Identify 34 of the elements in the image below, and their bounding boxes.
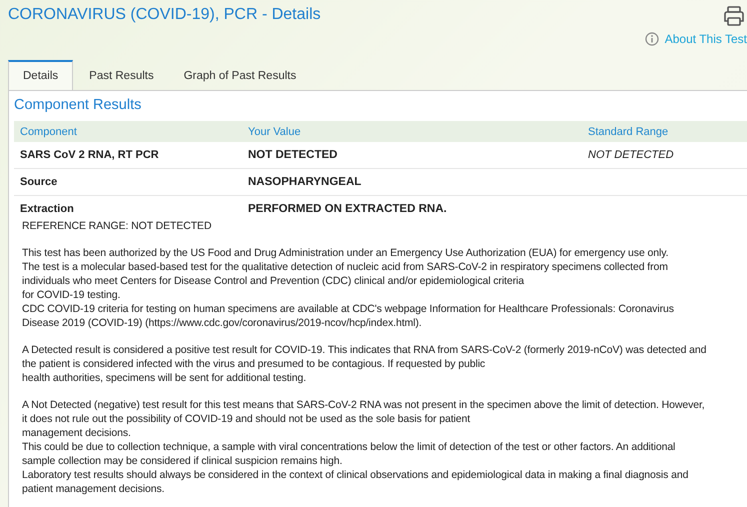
note-text: the patient is considered infected with the virus and presumed to be contagious. If requested by public <box>22 357 486 371</box>
reference-range: REFERENCE RANGE: NOT DETECTED <box>22 219 212 233</box>
note-text: A Detected result is considered a positive test result for COVID-19. This indicates that RNA from SARS-CoV-2 (formerly 2019-nCoV) was detected and <box>22 343 708 357</box>
component-name: Source <box>20 176 58 188</box>
tab[interactable]: Graph of Past Results <box>170 62 310 90</box>
note-text: A Not Detected (negative) test result for this test means that SARS-CoV-2 RNA was not present in the specimen above the limit of detection. However, <box>22 398 706 412</box>
tab[interactable]: Details <box>8 60 74 90</box>
note-text: individuals who meet Centers for Disease Control and Prevention (CDC) clinical and/or epidemiological criteria <box>22 274 526 288</box>
column-header: Your Value <box>248 126 302 138</box>
result-value: PERFORMED ON EXTRACTED RNA. <box>248 203 448 215</box>
note-text: patient management decisions. <box>22 482 166 496</box>
note-text: Disease 2019 (COVID-19) (https://www.cdc.gov/coronavirus/2019-ncov/hcp/index.html). <box>22 316 423 330</box>
note-text: This could be due to collection technique, a sample with viral concentrations below the limit of detection of the test or other factors. An additional <box>22 440 676 454</box>
tab[interactable]: Past Results <box>75 62 168 90</box>
note-text: health authorities, specimens will be sent for additional testing. <box>22 371 308 385</box>
page-title: CORONAVIRUS (COVID-19), PCR - Details <box>8 6 321 24</box>
section-title: Component Results <box>14 97 142 113</box>
info-icon <box>644 32 659 46</box>
note-text: for COVID-19 testing. <box>22 288 122 302</box>
note-text: it does not rule out the possibility of COVID-19 and should not be used as the sole basis for patient <box>22 412 472 426</box>
standard-range: NOT DETECTED <box>588 149 674 161</box>
note-text: Laboratory test results should always be considered in the context of clinical observations and epidemiological data in making a final diagnosis and <box>22 468 690 482</box>
result-value: NASOPHARYNGEAL <box>248 176 362 188</box>
print-icon[interactable] <box>723 6 745 26</box>
note-text: This test has been authorized by the US Food and Drug Administration under an Emergency Use Authorization (EUA) for emergency use only. <box>22 246 670 260</box>
column-header: Standard Range <box>588 126 668 138</box>
note-text: CDC COVID-19 criteria for testing on human specimens are available at CDC's webpage Information for Healthcare Professionals: Coronavirus <box>22 302 675 316</box>
component-name: SARS CoV 2 RNA, RT PCR <box>20 149 160 161</box>
note-text: sample collection may be considered if clinical suspicion remains high. <box>22 454 344 468</box>
note-text: management decisions. <box>22 426 132 440</box>
column-header: Component <box>20 126 78 138</box>
result-value: NOT DETECTED <box>248 149 338 161</box>
component-name: Extraction <box>20 203 75 215</box>
note-text: The test is a molecular based-based test for the qualitative detection of nucleic acid from SARS-CoV-2 in respiratory specimens collected from <box>22 260 669 274</box>
